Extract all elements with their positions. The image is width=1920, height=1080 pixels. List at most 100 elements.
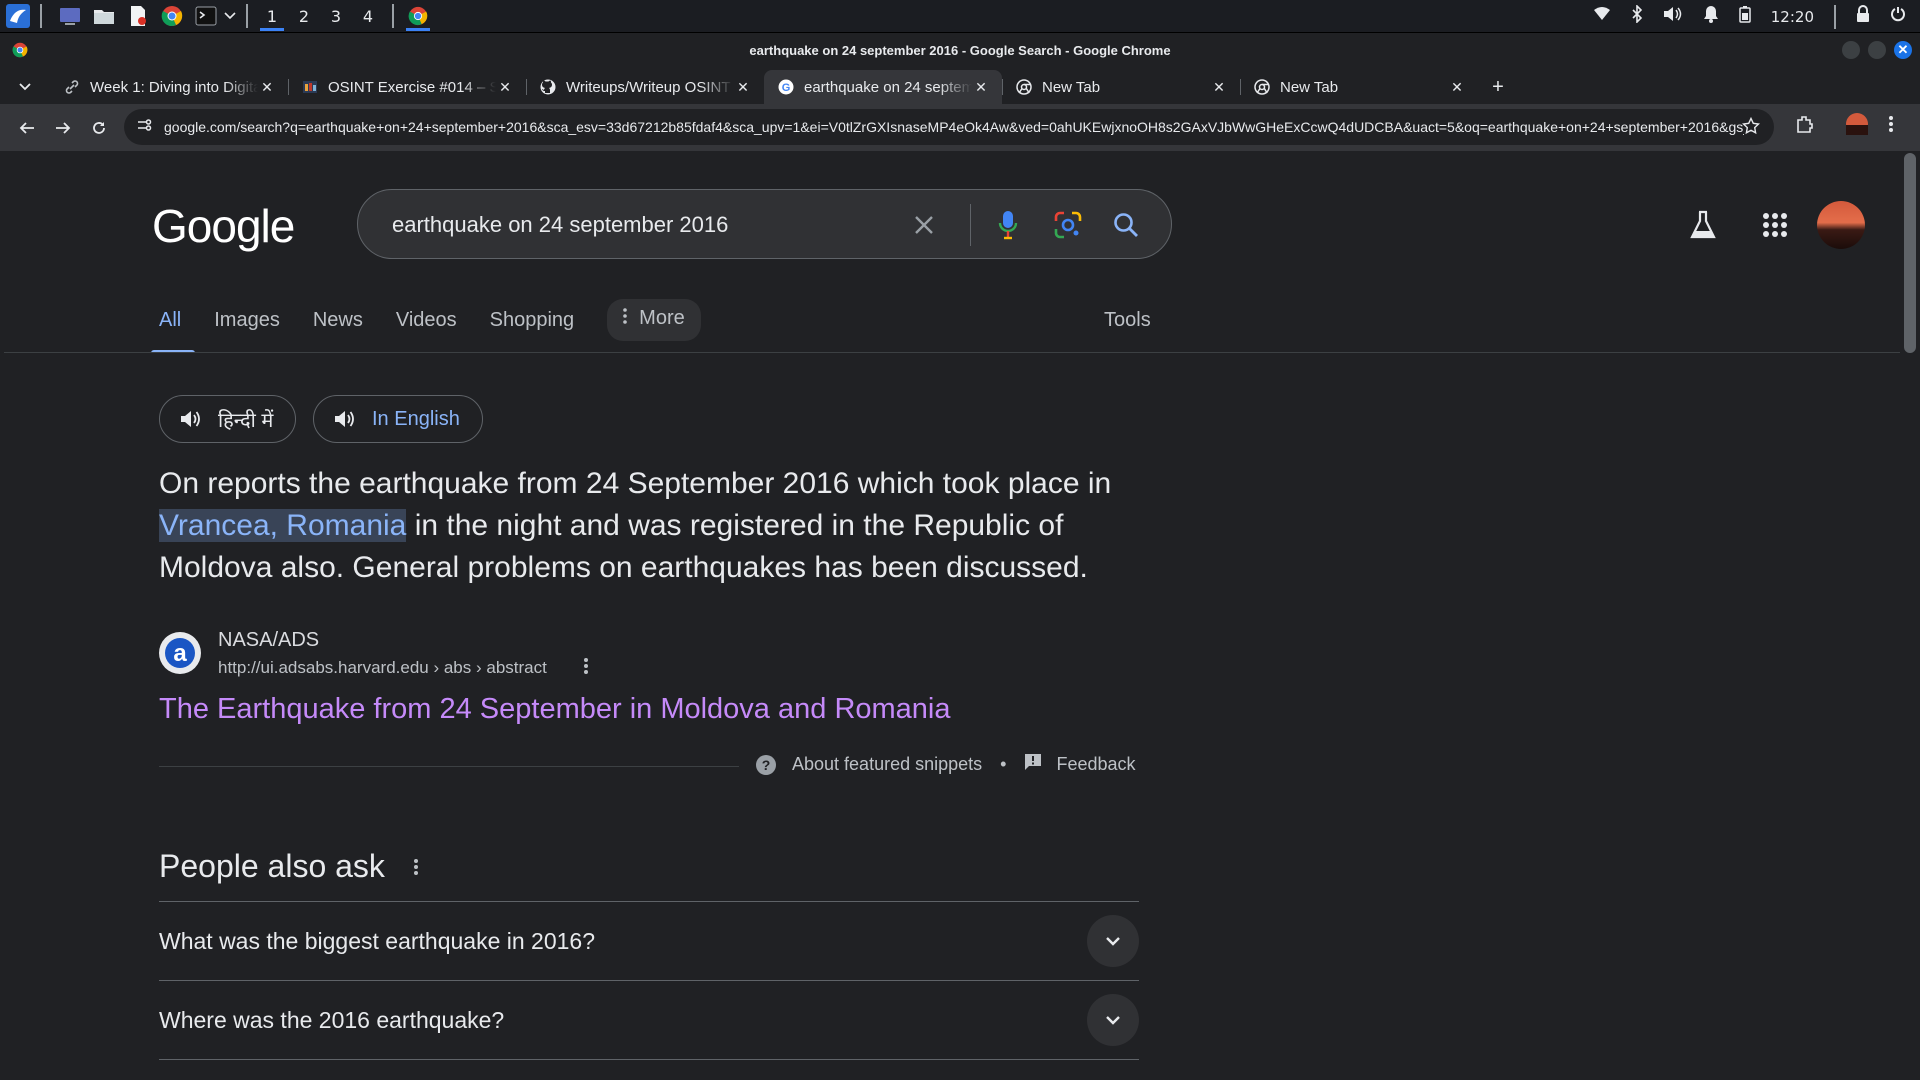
notifications-icon[interactable] [1703, 5, 1719, 28]
more-button[interactable]: More [607, 299, 701, 341]
clear-icon[interactable] [906, 207, 942, 243]
speaker-icon [180, 409, 202, 429]
close-tab-icon[interactable]: ✕ [1210, 79, 1228, 96]
google-icon: G [778, 79, 794, 95]
source-url[interactable]: http://ui.adsabs.harvard.edu › abs › abs… [218, 658, 547, 678]
wifi-icon[interactable] [1593, 7, 1611, 26]
power-icon[interactable] [1890, 6, 1906, 27]
profile-avatar-small[interactable] [1845, 112, 1869, 141]
paa-menu-icon[interactable] [414, 858, 418, 881]
link-icon [64, 79, 80, 95]
site-info-icon[interactable] [136, 117, 152, 138]
lock-icon[interactable] [1856, 5, 1870, 28]
tab-shopping[interactable]: Shopping [490, 301, 575, 353]
labs-flask-icon[interactable] [1686, 208, 1720, 242]
text-editor-icon[interactable] [124, 2, 152, 30]
tab-title: OSINT Exercise #014 – Sofia [328, 78, 496, 96]
paa-divider [159, 980, 1139, 981]
google-logo[interactable]: Google [152, 199, 295, 253]
close-tab-icon[interactable]: ✕ [972, 79, 990, 96]
tools-button[interactable]: Tools [1104, 309, 1151, 332]
extensions-icon[interactable] [1795, 114, 1815, 139]
source-name[interactable]: NASA/ADS [218, 629, 319, 652]
back-button[interactable] [9, 110, 45, 146]
feedback-link[interactable]: Feedback [1056, 754, 1135, 775]
close-tab-icon[interactable]: ✕ [734, 79, 752, 96]
tab-news[interactable]: News [313, 301, 363, 353]
tab-new-tab-2[interactable]: New Tab ✕ [1240, 70, 1478, 104]
launcher-chevron-icon[interactable] [222, 2, 238, 30]
source-favicon[interactable]: a [159, 632, 201, 674]
page-scrollbar[interactable] [1900, 151, 1920, 1080]
paa-question[interactable]: What was the biggest earthquake in 2016? [159, 928, 595, 955]
chrome-menu-icon[interactable] [1888, 114, 1894, 139]
close-tab-icon[interactable]: ✕ [1448, 79, 1466, 96]
search-box[interactable]: earthquake on 24 september 2016 [357, 189, 1172, 259]
lens-search-icon[interactable] [1050, 207, 1086, 243]
taskbar-divider [392, 4, 394, 28]
clock[interactable]: 12:20 [1771, 8, 1814, 26]
tab-title: New Tab [1280, 78, 1339, 96]
tab-week1[interactable]: Week 1: Diving into Digital ✕ [50, 70, 288, 104]
expand-chevron-icon[interactable] [1087, 915, 1139, 967]
paa-question[interactable]: Where was the 2016 earthquake? [159, 1007, 504, 1034]
bookmark-star-icon[interactable] [1741, 116, 1761, 140]
result-title-link[interactable]: The Earthquake from 24 September in Mold… [159, 693, 951, 726]
bluetooth-icon[interactable] [1631, 4, 1643, 28]
help-icon[interactable]: ? [756, 754, 776, 775]
window-titlebar: earthquake on 24 september 2016 - Google… [0, 33, 1920, 67]
file-manager-icon[interactable] [90, 2, 118, 30]
url-text[interactable]: google.com/search?q=earthquake+on+24+sep… [164, 119, 1744, 135]
app-menu-icon[interactable] [4, 2, 32, 30]
workspace-4[interactable]: 4 [352, 0, 384, 33]
expand-chevron-icon[interactable] [1087, 994, 1139, 1046]
workspace-1[interactable]: 1 [256, 0, 288, 33]
tab-earthquake-search[interactable]: G earthquake on 24 september ✕ [764, 70, 1002, 104]
about-featured-snippets-link[interactable]: About featured snippets [792, 754, 982, 775]
listen-english-button[interactable]: In English [313, 395, 483, 443]
people-also-ask-title: People also ask [159, 848, 385, 884]
minimize-button[interactable] [1842, 41, 1860, 59]
tab-videos[interactable]: Videos [396, 301, 457, 353]
os-taskbar: 1 2 3 4 12:20 [0, 0, 1920, 33]
tab-all[interactable]: All [150, 301, 196, 353]
chrome-launcher-icon[interactable] [158, 2, 186, 30]
close-window-button[interactable]: ✕ [1894, 41, 1912, 59]
close-tab-icon[interactable]: ✕ [258, 79, 276, 96]
battery-icon[interactable] [1739, 5, 1751, 28]
listen-hindi-button[interactable]: हिन्दी में [159, 395, 297, 443]
close-tab-icon[interactable]: ✕ [496, 79, 514, 96]
search-input[interactable]: earthquake on 24 september 2016 [392, 212, 728, 238]
tab-osint-exercise[interactable]: OSINT Exercise #014 – Sofia ✕ [288, 70, 526, 104]
volume-icon[interactable] [1663, 6, 1683, 27]
voice-search-icon[interactable] [990, 207, 1026, 243]
tab-writeups[interactable]: Writeups/Writeup OSINT ✕ [526, 70, 764, 104]
source-menu-icon[interactable] [584, 657, 588, 680]
scrollbar-thumb[interactable] [1904, 153, 1916, 353]
tab-images[interactable]: Images [214, 301, 280, 353]
account-avatar[interactable] [1817, 201, 1865, 249]
address-bar[interactable]: google.com/search?q=earthquake+on+24+sep… [124, 109, 1774, 145]
chrome-window-button[interactable] [402, 0, 434, 33]
window-title: earthquake on 24 september 2016 - Google… [749, 42, 1171, 58]
workspace-3[interactable]: 3 [320, 0, 352, 33]
tab-title: Writeups/Writeup OSINT [566, 78, 731, 96]
sofia-icon [302, 79, 318, 95]
reload-button[interactable] [81, 110, 117, 146]
tab-search-button[interactable] [0, 70, 50, 104]
apps-grid-icon[interactable] [1758, 208, 1792, 242]
more-label: More [639, 307, 685, 329]
desktop-icon[interactable] [56, 2, 84, 30]
terminal-icon[interactable] [192, 2, 220, 30]
workspace-2[interactable]: 2 [288, 0, 320, 33]
maximize-button[interactable] [1868, 41, 1886, 59]
forward-button[interactable] [45, 110, 81, 146]
search-icon[interactable] [1108, 207, 1144, 243]
taskbar-divider [40, 4, 42, 28]
browser-toolbar: google.com/search?q=earthquake+on+24+sep… [0, 104, 1920, 151]
svg-text:G: G [782, 82, 791, 94]
tab-new-tab-1[interactable]: New Tab ✕ [1002, 70, 1240, 104]
new-tab-button[interactable]: + [1478, 70, 1518, 104]
feedback-icon[interactable] [1024, 753, 1042, 776]
lang-hindi-label: हिन्दी में [218, 409, 274, 432]
